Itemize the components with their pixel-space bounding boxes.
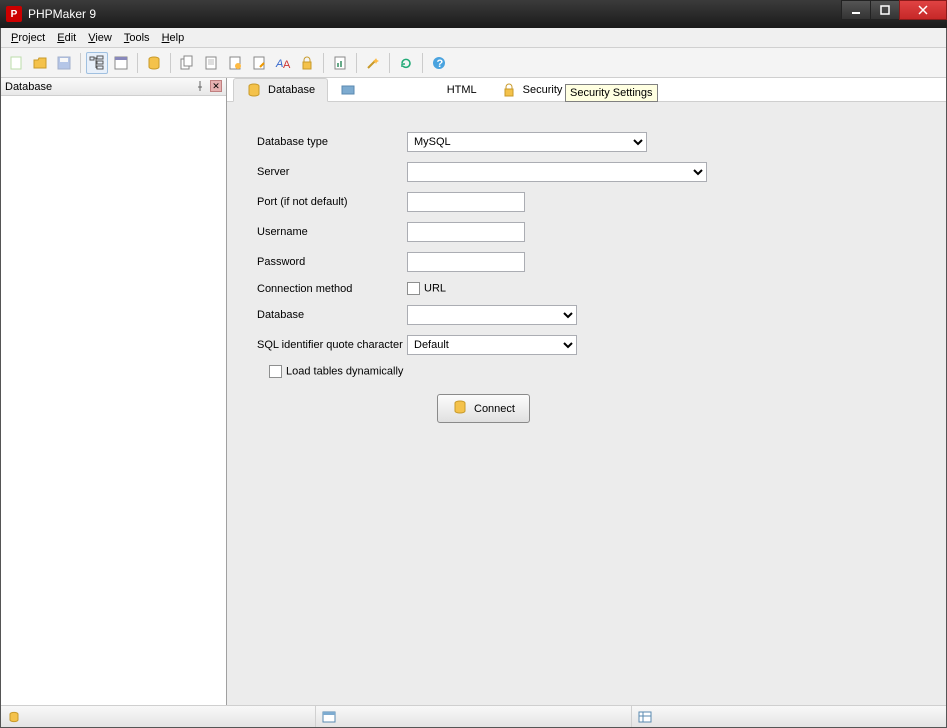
left-panel-title: Database [5, 81, 52, 93]
status-cell-1 [1, 706, 316, 727]
loadtables-checkbox-wrap[interactable]: Load tables dynamically [269, 365, 403, 378]
server-label: Server [257, 166, 407, 178]
window-title: PHPMaker 9 [28, 7, 96, 21]
pin-icon[interactable] [194, 80, 206, 92]
url-checkbox[interactable] [407, 282, 420, 295]
sqlquote-select[interactable]: Default [407, 335, 577, 355]
lock-icon[interactable] [296, 52, 318, 74]
toolbar-separator [389, 53, 390, 73]
menu-edit[interactable]: Edit [51, 30, 82, 46]
tab-bar: Database PHP HTML Security [227, 78, 946, 102]
tab-security[interactable]: Security [489, 78, 575, 102]
wand-icon[interactable] [362, 52, 384, 74]
tab-label: Security [523, 84, 563, 96]
main-area: Database PHP HTML Security [227, 78, 946, 705]
report-icon[interactable] [329, 52, 351, 74]
panel-close-icon[interactable]: ✕ [210, 80, 222, 92]
svg-text:?: ? [437, 58, 444, 70]
loadtables-label: Load tables dynamically [286, 365, 403, 377]
database-select[interactable] [407, 305, 577, 325]
tab-php[interactable]: PHP [328, 78, 397, 102]
minimize-button[interactable] [841, 0, 871, 20]
edit-page-icon[interactable] [248, 52, 270, 74]
save-icon[interactable] [53, 52, 75, 74]
maximize-button[interactable] [870, 0, 900, 20]
open-icon[interactable] [29, 52, 51, 74]
database-form: Database type MySQL Server Port (if not … [227, 102, 946, 453]
connmethod-label: Connection method [257, 283, 407, 295]
server-select[interactable] [407, 162, 707, 182]
toolbar: AA ? [1, 48, 946, 78]
svg-text:A: A [283, 59, 291, 71]
app-icon: P [6, 6, 22, 22]
connect-button[interactable]: Connect [437, 394, 530, 423]
font-icon[interactable]: AA [272, 52, 294, 74]
tab-html[interactable]: HTML [397, 78, 489, 102]
tooltip: Security Settings [565, 84, 658, 102]
dbtype-select[interactable]: MySQL [407, 132, 647, 152]
titlebar: P PHPMaker 9 [0, 0, 947, 28]
tab-database[interactable]: Database [233, 78, 328, 102]
dbtype-label: Database type [257, 136, 407, 148]
toolbar-separator [137, 53, 138, 73]
sqlquote-label: SQL identifier quote character [257, 339, 407, 351]
tab-label: Database [268, 84, 315, 96]
toolbar-separator [80, 53, 81, 73]
password-label: Password [257, 256, 407, 268]
refresh-icon[interactable] [395, 52, 417, 74]
toolbar-separator [170, 53, 171, 73]
url-checkbox-wrap[interactable]: URL [407, 282, 446, 295]
username-label: Username [257, 226, 407, 238]
menubar: Project Edit View Tools Help [1, 28, 946, 48]
statusbar [1, 705, 946, 727]
panel-icon[interactable] [110, 52, 132, 74]
menu-view[interactable]: View [82, 30, 118, 46]
database-tree[interactable] [1, 96, 226, 705]
password-input[interactable] [407, 252, 525, 272]
status-cell-3 [632, 706, 946, 727]
connect-icon [452, 399, 468, 418]
menu-tools[interactable]: Tools [118, 30, 156, 46]
menu-project[interactable]: Project [5, 30, 51, 46]
db-icon[interactable] [143, 52, 165, 74]
toolbar-separator [422, 53, 423, 73]
loadtables-checkbox[interactable] [269, 365, 282, 378]
toolbar-separator [356, 53, 357, 73]
database-label: Database [257, 309, 407, 321]
toolbar-separator [323, 53, 324, 73]
status-cell-2 [316, 706, 631, 727]
page2-icon[interactable] [224, 52, 246, 74]
close-button[interactable] [899, 0, 947, 20]
php-icon [340, 82, 356, 98]
status-field-icon [638, 710, 652, 724]
connect-label: Connect [474, 403, 515, 415]
status-table-icon [322, 710, 336, 724]
tab-label: HTML [447, 84, 477, 96]
port-input[interactable] [407, 192, 525, 212]
status-db-icon [7, 710, 21, 724]
tree-icon[interactable] [86, 52, 108, 74]
security-lock-icon [501, 82, 517, 98]
username-input[interactable] [407, 222, 525, 242]
left-panel: Database ✕ [1, 78, 227, 705]
left-panel-header: Database ✕ [1, 78, 226, 96]
menu-help[interactable]: Help [156, 30, 191, 46]
database-icon [246, 82, 262, 98]
url-label: URL [424, 282, 446, 294]
new-icon[interactable] [5, 52, 27, 74]
port-label: Port (if not default) [257, 196, 407, 208]
copy-icon[interactable] [176, 52, 198, 74]
help-icon[interactable]: ? [428, 52, 450, 74]
page-icon[interactable] [200, 52, 222, 74]
